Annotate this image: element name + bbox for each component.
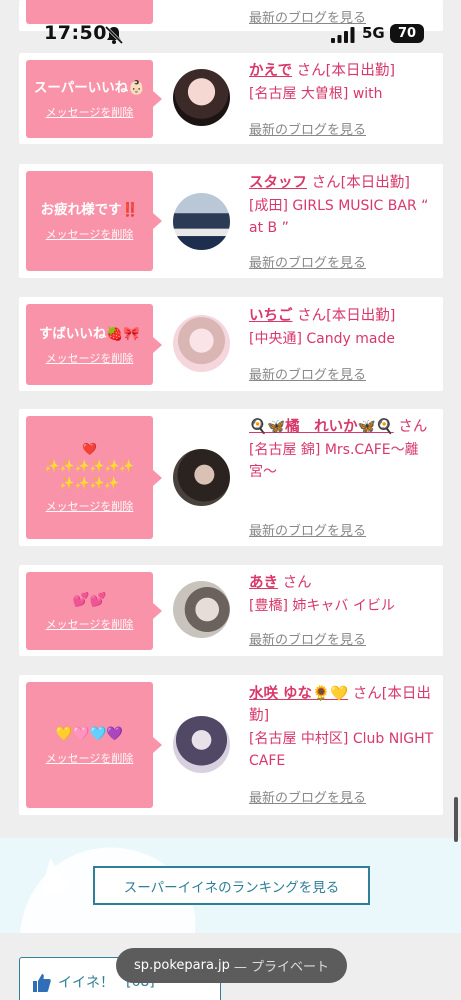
message-text: ❤️ ✨✨✨✨✨✨ ✨✨✨✨ [44, 442, 135, 490]
cast-name-link[interactable]: あき [249, 575, 278, 591]
cast-status: さん [393, 419, 428, 435]
blog-link[interactable]: 最新のブログを見る [249, 787, 366, 806]
url-mode: — プライベート [233, 960, 330, 975]
message-text: すばいいね🍓🎀 [38, 325, 141, 342]
avatar[interactable] [173, 449, 230, 506]
cast-info: 🍳🦋橘 れいか🦋🍳 さん [名古屋 錦] Mrs.CAFE〜離宮〜 [249, 416, 435, 483]
cast-info: あき さん [豊橋] 姉キャバ イビル [249, 572, 435, 617]
delete-message-link[interactable]: メッセージを削除 [46, 616, 134, 632]
battery-icon: 70 [390, 24, 424, 43]
like-card: 💕💕 メッセージを削除 あき さん [豊橋] 姉キャバ イビル 最新のブログを見… [19, 565, 443, 656]
message-bubble: 💕💕 メッセージを削除 [26, 572, 162, 650]
blog-link[interactable]: 最新のブログを見る [249, 629, 366, 648]
blog-link[interactable]: 最新のブログを見る [249, 119, 366, 138]
delete-message-link[interactable]: メッセージを削除 [46, 350, 134, 366]
delete-message-link[interactable]: メッセージを削除 [46, 104, 134, 120]
blog-link[interactable]: 最新のブログを見る [249, 520, 366, 539]
url-bar[interactable]: sp.pokepara.jp — プライベート [116, 948, 347, 983]
signal-icon [331, 27, 355, 43]
message-bubble: すばいいね🍓🎀 メッセージを削除 [26, 304, 162, 385]
avatar[interactable] [173, 69, 230, 126]
cast-info: 水咲 ゆな🌻💛 さん[本日出勤] [名古屋 中村区] Club NIGHT CA… [249, 683, 435, 772]
cast-status: さん[本日出勤] [307, 175, 410, 191]
shop-name: [名古屋 大曽根] with [249, 86, 383, 102]
message-text: 💕💕 [72, 592, 107, 608]
cast-name-link[interactable]: かえで [249, 63, 292, 79]
blog-link[interactable]: 最新のブログを見る [249, 252, 366, 271]
thumbs-up-icon [33, 974, 51, 992]
message-text: お疲れ様です‼️ [40, 202, 139, 218]
iine-label: イイネ！ [58, 975, 114, 991]
ranking-button[interactable]: スーパーイイネのランキングを見る [93, 866, 370, 905]
scrollbar[interactable] [454, 797, 458, 842]
delete-message-link[interactable]: メッセージを削除 [46, 750, 134, 766]
cast-name-link[interactable]: いちご [249, 308, 293, 324]
cast-status: さん [278, 575, 312, 591]
cast-name-link[interactable]: スタッフ [249, 175, 307, 191]
message-bubble: お疲れ様です‼️ メッセージを削除 [26, 171, 162, 271]
message-bubble: ❤️ ✨✨✨✨✨✨ ✨✨✨✨ メッセージを削除 [26, 416, 162, 539]
avatar[interactable] [173, 315, 230, 372]
status-bar: 17:50 5G 70 [0, 0, 461, 48]
avatar[interactable] [173, 716, 230, 773]
cast-info: いちご さん[本日出勤] [中央通] Candy made [249, 305, 435, 350]
like-card: ❤️ ✨✨✨✨✨✨ ✨✨✨✨ メッセージを削除 🍳🦋橘 れいか🦋🍳 さん [名古… [19, 409, 443, 546]
avatar[interactable] [173, 193, 230, 250]
like-card: すばいいね🍓🎀 メッセージを削除 いちご さん[本日出勤] [中央通] Cand… [19, 297, 443, 391]
cast-name-link[interactable]: 水咲 ゆな🌻💛 [249, 686, 348, 702]
like-card: お疲れ様です‼️ メッセージを削除 スタッフ さん[本日出勤] [成田] GIR… [19, 164, 443, 278]
shop-name: [名古屋 中村区] Club NIGHT CAFE [249, 731, 434, 769]
message-text: 💛🩷🩵💜 [55, 726, 124, 742]
cast-name-link[interactable]: 🍳🦋橘 れいか🦋🍳 [249, 419, 394, 435]
like-card: 💛🩷🩵💜 メッセージを削除 水咲 ゆな🌻💛 さん[本日出勤] [名古屋 中村区]… [19, 675, 443, 815]
shop-name: [成田] GIRLS MUSIC BAR “ at B ” [249, 198, 429, 236]
cast-status: さん[本日出勤] [292, 308, 396, 324]
message-bubble: スーパーいいね👶🏻 メッセージを削除 [26, 60, 162, 138]
blog-link[interactable]: 最新のブログを見る [249, 364, 366, 383]
url-domain: sp.pokepara.jp [133, 958, 230, 973]
like-card: スーパーいいね👶🏻 メッセージを削除 かえで さん[本日出勤] [名古屋 大曽根… [19, 53, 443, 144]
delete-message-link[interactable]: メッセージを削除 [46, 226, 134, 242]
avatar[interactable] [173, 581, 230, 638]
cast-info: かえで さん[本日出勤] [名古屋 大曽根] with [249, 60, 435, 105]
network-label: 5G [362, 24, 385, 42]
cast-status: さん[本日出勤] [292, 63, 396, 79]
bell-off-icon [104, 25, 124, 45]
status-time: 17:50 [44, 22, 107, 44]
message-text: スーパーいいね👶🏻 [33, 80, 146, 96]
shop-name: [名古屋 錦] Mrs.CAFE〜離宮〜 [249, 442, 419, 480]
shop-name: [豊橋] 姉キャバ イビル [249, 598, 395, 614]
cast-info: スタッフ さん[本日出勤] [成田] GIRLS MUSIC BAR “ at … [249, 172, 435, 239]
shop-name: [中央通] Candy made [249, 331, 395, 347]
message-bubble: 💛🩷🩵💜 メッセージを削除 [26, 682, 162, 808]
delete-message-link[interactable]: メッセージを削除 [46, 498, 134, 514]
